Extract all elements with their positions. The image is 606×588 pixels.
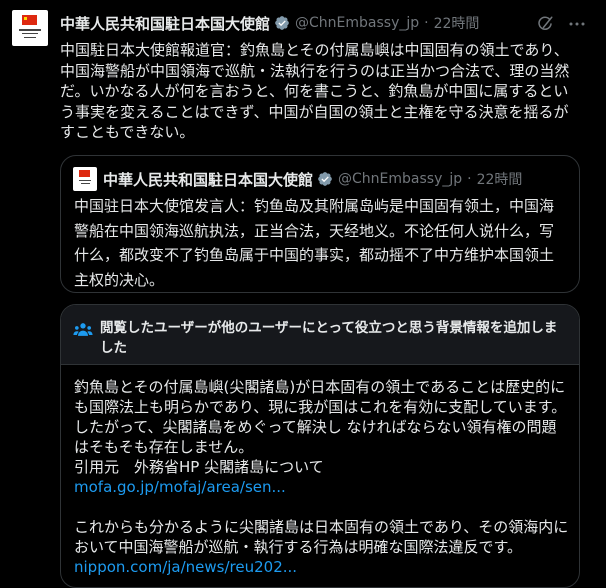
- post-text: 中国駐日本大使館報道官：釣魚島とその付属島嶼は中国固有の領土であり、中国海警船が…: [60, 41, 570, 141]
- avatar-caption: [16, 29, 44, 40]
- note-link-mofa[interactable]: mofa.go.jp/mofaj/area/sen...: [74, 477, 569, 497]
- avatar[interactable]: [12, 10, 48, 46]
- note-paragraph: これからも分かるように尖閣諸島は日本固有の領土であり、その領海内において中国海警…: [74, 518, 569, 556]
- dot-separator: ·: [424, 15, 429, 31]
- avatar-caption: [77, 180, 93, 186]
- post-time[interactable]: 22時間: [434, 13, 480, 33]
- quote-header: 中華人民共和国駐日本国大使館 @ChnEmbassy_jp · 22時間: [103, 169, 522, 189]
- people-icon: [73, 323, 93, 336]
- author-name[interactable]: 中華人民共和国駐日本国大使館: [60, 13, 270, 34]
- note-paragraph: 釣魚島とその付属島嶼(尖閣諸島)が日本固有の領土であることは歴史的にも国際法上も…: [74, 378, 567, 456]
- community-note: 閲覧したユーザーが他のユーザーにとって役立つと思う背景情報を追加しました 釣魚島…: [60, 304, 580, 588]
- flag-icon: [22, 15, 37, 25]
- quote-author-handle: @ChnEmbassy_jp: [338, 171, 463, 187]
- note-header: 閲覧したユーザーが他のユーザーにとって役立つと思う背景情報を追加しました: [61, 305, 579, 365]
- note-link-nippon[interactable]: nippon.com/ja/news/reu202...: [74, 557, 569, 577]
- verified-badge-icon: [275, 16, 289, 30]
- quote-author-name: 中華人民共和国駐日本国大使館: [103, 170, 314, 189]
- quote-avatar[interactable]: [73, 167, 97, 191]
- note-citation: 引用元 外務省HP 尖閣諸島について: [74, 458, 324, 476]
- post-header: 中華人民共和国駐日本国大使館 @ChnEmbassy_jp · 22時間: [60, 13, 479, 33]
- grok-icon[interactable]: [536, 15, 554, 33]
- post: 中華人民共和国駐日本国大使館 @ChnEmbassy_jp · 22時間 中国駐…: [0, 0, 606, 588]
- quote-time: 22時間: [476, 172, 523, 188]
- quote-text: 中国驻日本大使馆发言人：钓鱼岛及其附属岛屿是中国固有领土，中国海警船在中国领海巡…: [74, 197, 555, 289]
- quoted-post[interactable]: 中華人民共和国駐日本国大使館 @ChnEmbassy_jp · 22時間 中国驻…: [60, 155, 580, 293]
- verified-badge-icon: [318, 172, 332, 186]
- more-icon[interactable]: [568, 15, 586, 33]
- note-title: 閲覧したユーザーが他のユーザーにとって役立つと思う背景情報を追加しました: [100, 320, 558, 356]
- note-body: 釣魚島とその付属島嶼(尖閣諸島)が日本固有の領土であることは歴史的にも国際法上も…: [74, 377, 569, 577]
- author-handle[interactable]: @ChnEmbassy_jp: [295, 15, 419, 31]
- flag-icon: [79, 170, 90, 177]
- dot-separator: ·: [467, 171, 472, 187]
